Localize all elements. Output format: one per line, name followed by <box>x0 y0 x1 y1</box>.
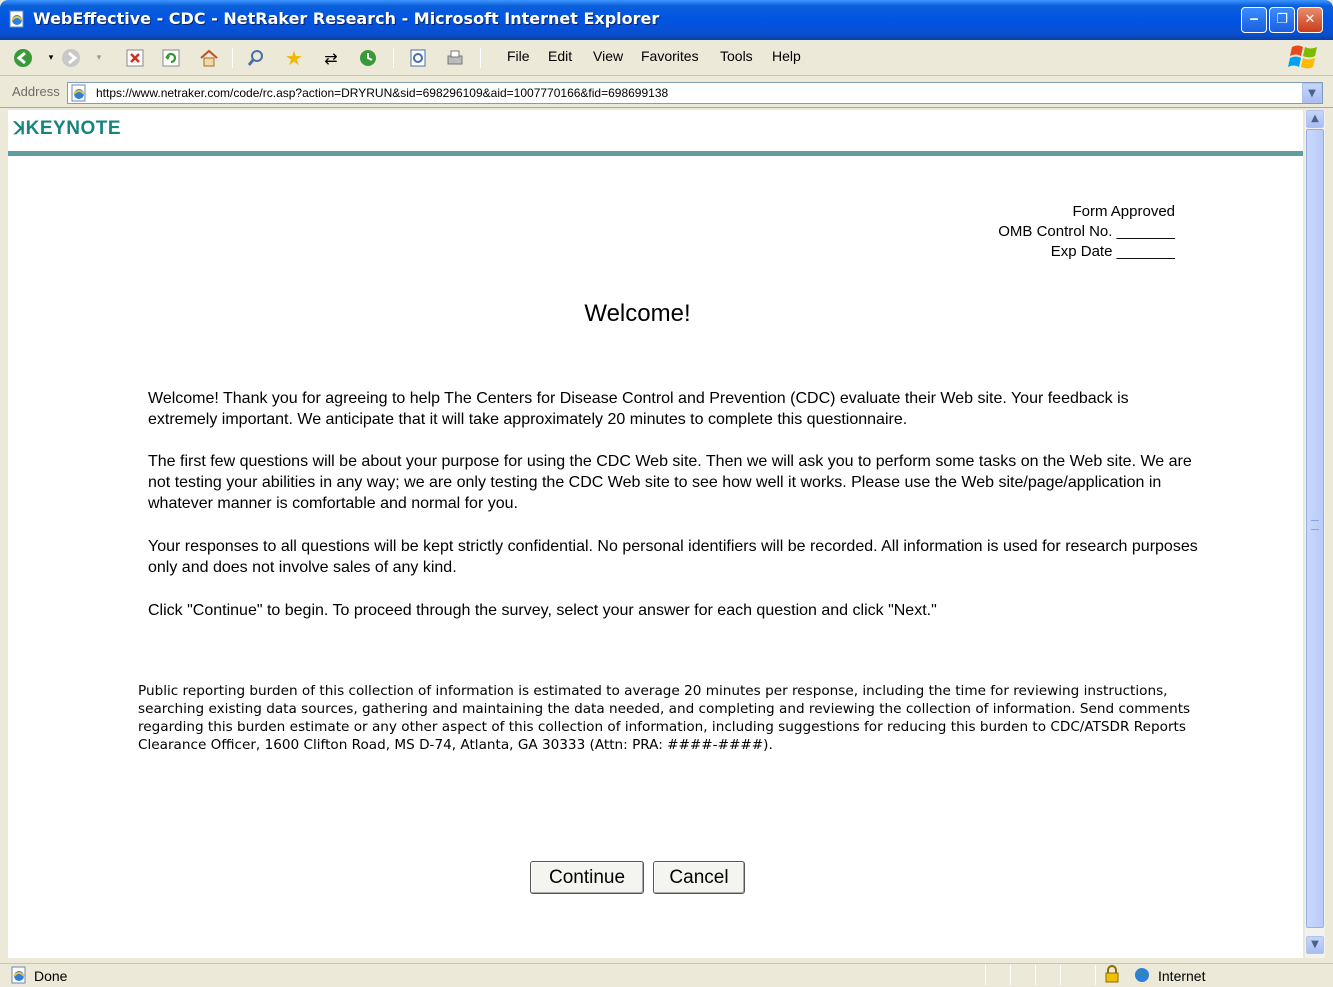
minimize-button[interactable]: ‒ <box>1241 7 1267 33</box>
back-dropdown-icon[interactable]: ▾ <box>40 47 62 69</box>
home-icon[interactable] <box>198 47 220 69</box>
address-dropdown-icon[interactable]: ▼ <box>1302 83 1322 103</box>
scrollbar-grip <box>1311 520 1319 530</box>
scroll-down-icon[interactable]: ▼ <box>1306 936 1324 954</box>
page-title: Welcome! <box>584 300 691 327</box>
favorites-icon[interactable]: ★ <box>283 46 305 70</box>
page-done-icon <box>11 966 26 984</box>
history-icon[interactable] <box>357 47 379 69</box>
form-approval-block: Form Approved OMB Control No. _______ Ex… <box>998 202 1175 262</box>
menu-favorites[interactable]: Favorites <box>641 48 699 64</box>
continue-button[interactable]: Continue <box>530 861 644 894</box>
back-icon[interactable] <box>12 47 34 69</box>
title-bar[interactable]: WebEffective - CDC - NetRaker Research -… <box>0 0 1333 40</box>
globe-icon <box>1135 968 1149 982</box>
window-title: WebEffective - CDC - NetRaker Research -… <box>33 9 660 28</box>
keynote-brand: KEYNOTE <box>25 118 122 139</box>
form-approved-label: Form Approved <box>1072 203 1175 220</box>
close-button[interactable]: ✕ <box>1297 7 1323 33</box>
status-separator <box>1095 965 1096 985</box>
windows-logo-icon <box>1288 45 1317 69</box>
address-url[interactable]: https://www.netraker.com/code/rc.asp?act… <box>96 86 668 100</box>
address-label: Address <box>12 84 60 99</box>
page-icon <box>71 84 86 102</box>
media-icon[interactable]: ⇄ <box>320 47 342 69</box>
cancel-button[interactable]: Cancel <box>653 861 745 894</box>
toolbar-separator <box>480 48 481 68</box>
menu-edit[interactable]: Edit <box>548 48 572 64</box>
purpose-paragraph: The first few questions will be about yo… <box>148 453 1192 512</box>
menu-view[interactable]: View <box>593 48 623 64</box>
ie-page-icon <box>9 10 24 28</box>
forward-dropdown-icon[interactable]: ▾ <box>88 47 110 69</box>
status-separator <box>1010 965 1011 985</box>
confidentiality-paragraph: Your responses to all questions will be … <box>148 538 1198 576</box>
toolbar-separator <box>393 48 394 68</box>
keynote-mark-icon: ꓘ <box>14 119 26 138</box>
omb-control-number: OMB Control No. _______ <box>998 223 1175 240</box>
lock-icon[interactable] <box>1104 965 1120 983</box>
refresh-icon[interactable] <box>160 47 182 69</box>
intro-paragraph: Welcome! Thank you for agreeing to help … <box>148 390 1129 428</box>
menu-help[interactable]: Help <box>772 48 801 64</box>
status-separator <box>1060 965 1061 985</box>
search-icon[interactable] <box>245 47 267 69</box>
scroll-up-icon[interactable]: ▲ <box>1306 110 1324 128</box>
expiration-date: Exp Date _______ <box>1050 243 1175 260</box>
stop-icon[interactable] <box>124 47 146 69</box>
header-divider <box>8 151 1303 156</box>
menu-tools[interactable]: Tools <box>720 48 753 64</box>
keynote-logo: ꓘKEYNOTE <box>14 118 121 140</box>
security-zone: Internet <box>1158 968 1206 984</box>
status-text: Done <box>34 968 68 984</box>
print-icon[interactable] <box>444 47 466 69</box>
toolbar-separator <box>232 48 233 68</box>
menu-file[interactable]: File <box>507 48 530 64</box>
browser-window: WebEffective - CDC - NetRaker Research -… <box>0 0 1333 987</box>
burden-statement: Public reporting burden of this collecti… <box>138 683 1191 753</box>
forward-icon[interactable] <box>60 47 82 69</box>
maximize-button[interactable]: ❐ <box>1269 7 1295 33</box>
instructions-paragraph: Click "Continue" to begin. To proceed th… <box>148 602 937 619</box>
status-separator <box>985 965 986 985</box>
mail-icon[interactable] <box>407 47 429 69</box>
status-separator <box>1035 965 1036 985</box>
